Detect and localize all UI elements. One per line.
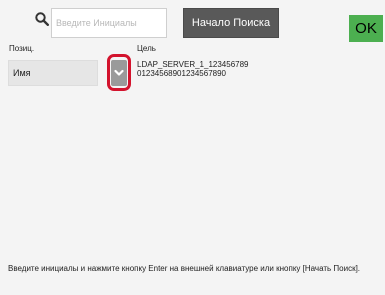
target-column-header: Цель [137, 44, 156, 53]
target-server-id: 01234568901234567890 [137, 69, 226, 78]
start-search-button[interactable]: Начало Поиска [183, 8, 279, 38]
search-icon[interactable] [35, 12, 49, 26]
target-server-name: LDAP_SERVER_1_123456789 [137, 60, 249, 69]
ok-button[interactable]: OK [349, 15, 383, 42]
ldap-search-screen: Начало Поиска OK Позиц. Цель Имя LDAP_SE… [0, 0, 385, 295]
initials-search-input[interactable] [51, 8, 167, 38]
chevron-down-icon [114, 69, 124, 76]
target-server: LDAP_SERVER_1_123456789 0123456890123456… [137, 60, 249, 78]
position-field: Имя [8, 60, 98, 86]
instruction-text: Введите инициалы и нажмите кнопку Enter … [8, 264, 361, 273]
position-column-header: Позиц. [9, 44, 35, 53]
position-dropdown-button[interactable] [111, 60, 127, 86]
